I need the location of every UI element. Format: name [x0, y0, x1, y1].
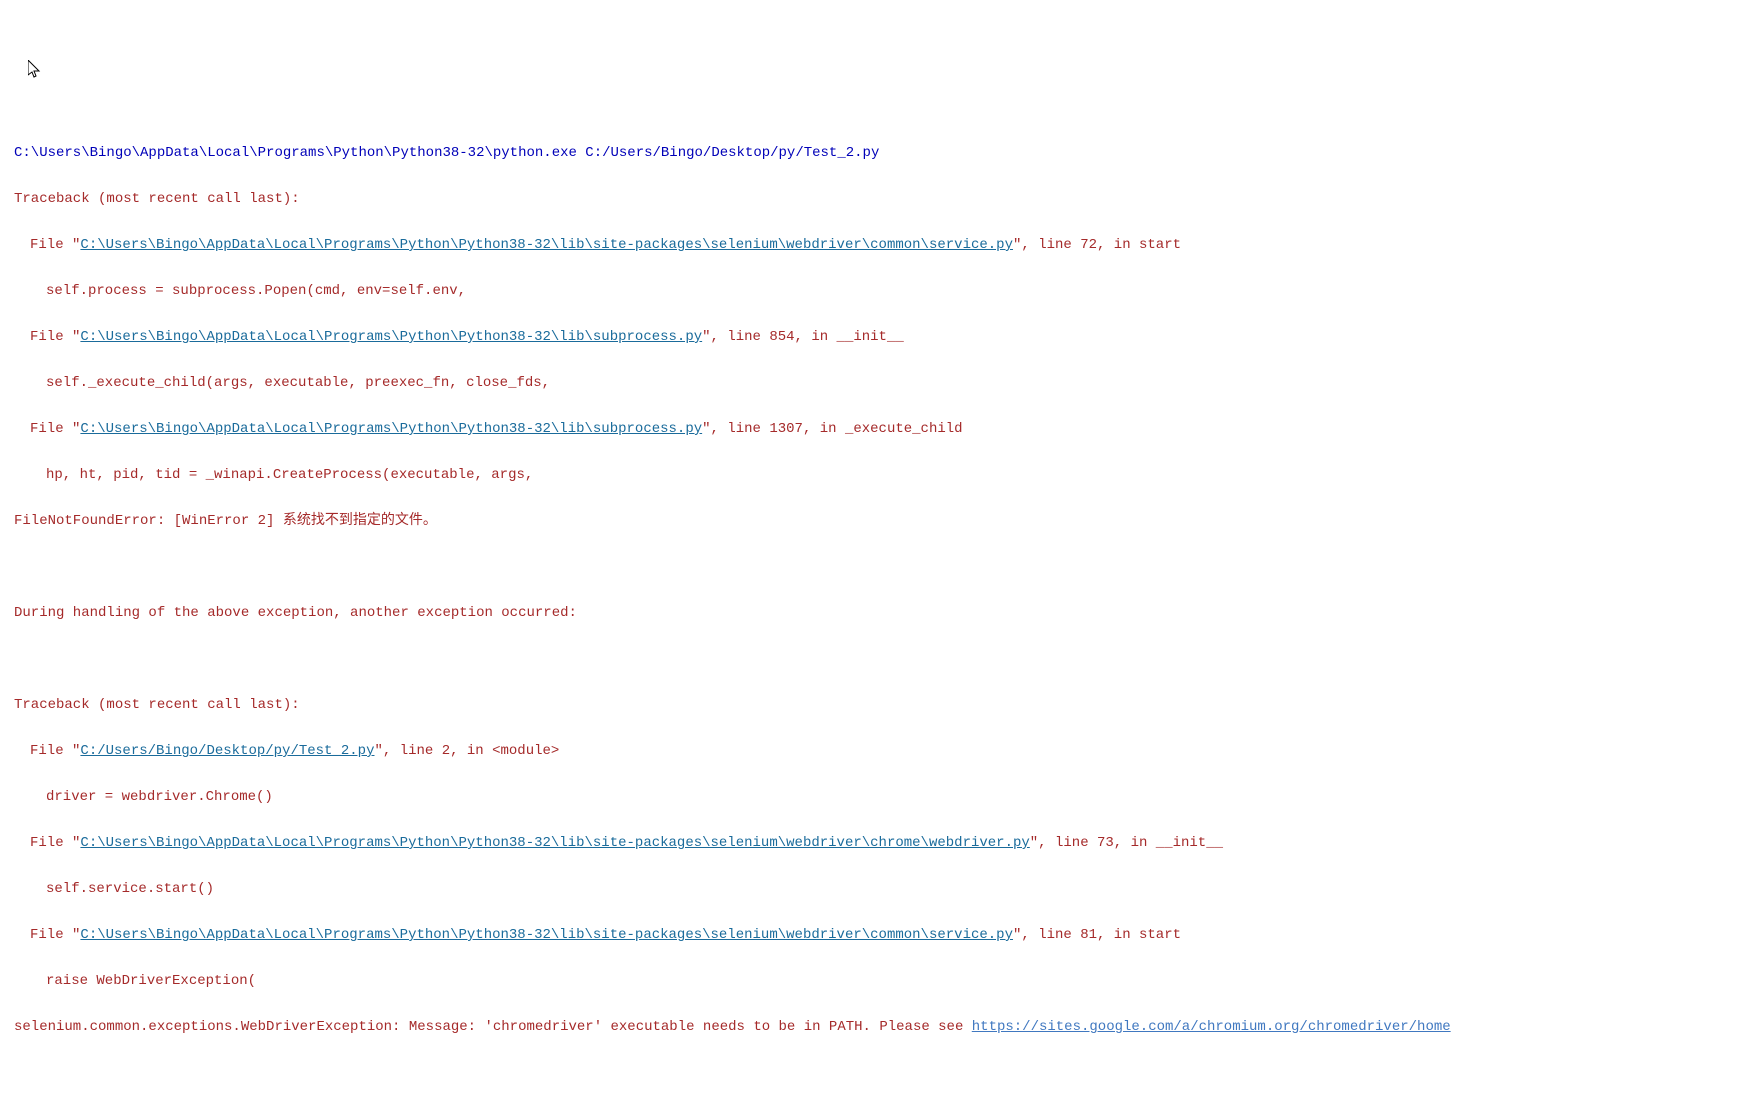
error-text: selenium.common.exceptions.WebDriverExce…	[14, 1019, 972, 1035]
blank-line	[14, 648, 1733, 671]
file-suffix: ", line 72, in start	[1013, 237, 1181, 253]
file-suffix: ", line 1307, in _execute_child	[702, 421, 962, 437]
traceback-header: Traceback (most recent call last):	[14, 694, 1733, 717]
traceback-frame: File "C:\Users\Bingo\AppData\Local\Progr…	[14, 234, 1733, 257]
external-link[interactable]: https://sites.google.com/a/chromium.org/…	[972, 1019, 1451, 1035]
traceback-code: driver = webdriver.Chrome()	[14, 786, 1733, 809]
command-line: C:\Users\Bingo\AppData\Local\Programs\Py…	[14, 142, 1733, 165]
file-prefix: File "	[30, 421, 80, 437]
traceback-code: hp, ht, pid, tid = _winapi.CreateProcess…	[14, 464, 1733, 487]
traceback-header: Traceback (most recent call last):	[14, 188, 1733, 211]
error-message: FileNotFoundError: [WinError 2] 系统找不到指定的…	[14, 510, 1733, 533]
file-path-link[interactable]: C:\Users\Bingo\AppData\Local\Programs\Py…	[80, 421, 702, 437]
file-prefix: File "	[30, 927, 80, 943]
traceback-code: self.service.start()	[14, 878, 1733, 901]
file-path-link[interactable]: C:\Users\Bingo\AppData\Local\Programs\Py…	[80, 329, 702, 345]
error-message: selenium.common.exceptions.WebDriverExce…	[14, 1016, 1733, 1039]
file-path-link[interactable]: C:\Users\Bingo\AppData\Local\Programs\Py…	[80, 237, 1013, 253]
file-suffix: ", line 73, in __init__	[1030, 835, 1223, 851]
file-path-link[interactable]: C:/Users/Bingo/Desktop/py/Test_2.py	[80, 743, 374, 759]
traceback-frame: File "C:\Users\Bingo\AppData\Local\Progr…	[14, 326, 1733, 349]
traceback-frame: File "C:\Users\Bingo\AppData\Local\Progr…	[14, 418, 1733, 441]
file-prefix: File "	[30, 329, 80, 345]
file-prefix: File "	[30, 743, 80, 759]
blank-line	[14, 556, 1733, 579]
traceback-code: self._execute_child(args, executable, pr…	[14, 372, 1733, 395]
traceback-frame: File "C:\Users\Bingo\AppData\Local\Progr…	[14, 924, 1733, 947]
file-path-link[interactable]: C:\Users\Bingo\AppData\Local\Programs\Py…	[80, 927, 1013, 943]
file-path-link[interactable]: C:\Users\Bingo\AppData\Local\Programs\Py…	[80, 835, 1029, 851]
cursor-icon	[28, 60, 42, 80]
file-suffix: ", line 81, in start	[1013, 927, 1181, 943]
file-prefix: File "	[30, 835, 80, 851]
traceback-code: raise WebDriverException(	[14, 970, 1733, 993]
file-suffix: ", line 2, in <module>	[374, 743, 559, 759]
file-prefix: File "	[30, 237, 80, 253]
traceback-frame: File "C:\Users\Bingo\AppData\Local\Progr…	[14, 832, 1733, 855]
exception-divider: During handling of the above exception, …	[14, 602, 1733, 625]
file-suffix: ", line 854, in __init__	[702, 329, 904, 345]
traceback-frame: File "C:/Users/Bingo/Desktop/py/Test_2.p…	[14, 740, 1733, 763]
traceback-code: self.process = subprocess.Popen(cmd, env…	[14, 280, 1733, 303]
